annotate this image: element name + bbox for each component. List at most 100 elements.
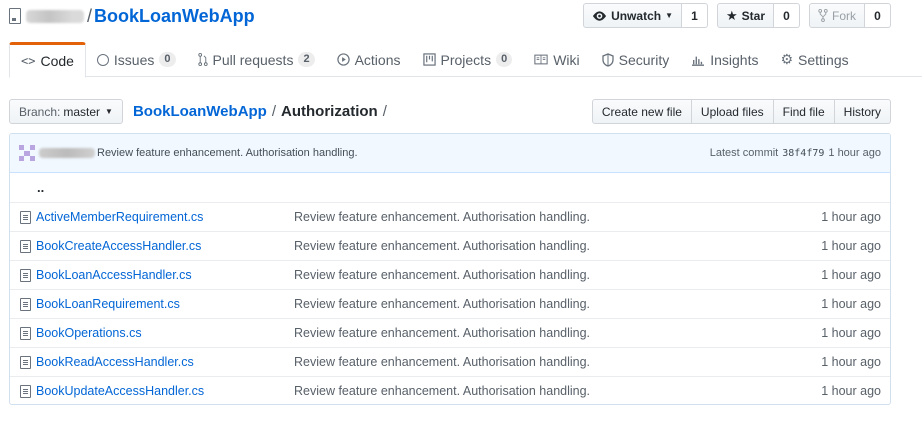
tab-settings[interactable]: ⚙ Settings — [769, 42, 859, 77]
tab-wiki-label: Wiki — [553, 51, 580, 68]
issue-icon — [96, 53, 109, 66]
tab-pull-requests-label: Pull requests — [212, 51, 294, 68]
branch-value: master — [63, 104, 101, 119]
table-row: BookCreateAccessHandler.cs Review featur… — [10, 231, 890, 260]
tab-wiki[interactable]: Wiki — [523, 42, 590, 77]
file-commit-message[interactable]: Review feature enhancement. Authorisatio… — [294, 268, 780, 282]
chevron-down-icon: ▼ — [105, 107, 113, 116]
star-group: ★ Star 0 — [717, 3, 800, 28]
tab-actions-label: Actions — [354, 51, 401, 68]
file-commit-age: 1 hour ago — [821, 355, 881, 369]
latest-commit-age: 1 hour ago — [828, 147, 881, 159]
repo-icon — [9, 8, 21, 24]
file-icon — [20, 355, 31, 369]
file-name-link[interactable]: ActiveMemberRequirement.cs — [36, 210, 294, 224]
file-commit-message[interactable]: Review feature enhancement. Authorisatio… — [294, 210, 780, 224]
unwatch-button[interactable]: Unwatch ▼ — [583, 3, 682, 28]
upload-files-button[interactable]: Upload files — [691, 99, 774, 124]
eye-icon — [593, 10, 607, 21]
file-icon — [20, 384, 31, 398]
breadcrumb-repo-link[interactable]: BookLoanWebApp — [133, 103, 267, 120]
breadcrumb-current-folder: Authorization — [281, 103, 378, 120]
file-commit-age: 1 hour ago — [821, 268, 881, 282]
table-row: BookUpdateAccessHandler.cs Review featur… — [10, 376, 890, 404]
chevron-down-icon: ▼ — [665, 11, 673, 20]
tab-issues[interactable]: Issues 0 — [86, 42, 187, 77]
branch-label: Branch: — [19, 104, 61, 119]
tab-projects[interactable]: Projects 0 — [412, 42, 524, 77]
latest-commit-message[interactable]: Review feature enhancement. Authorisatio… — [97, 147, 358, 159]
tab-actions[interactable]: Actions — [326, 42, 412, 77]
file-name-link[interactable]: BookReadAccessHandler.cs — [36, 355, 294, 369]
file-icon — [20, 268, 31, 282]
fork-icon — [818, 9, 828, 22]
avatar[interactable] — [19, 145, 35, 161]
unwatch-label: Unwatch — [611, 8, 662, 23]
tab-insights-label: Insights — [710, 51, 759, 68]
latest-commit-meta: Latest commit 38f4f79 1 hour ago — [710, 147, 881, 159]
file-name-link[interactable]: BookLoanRequirement.cs — [36, 297, 294, 311]
file-commit-age: 1 hour ago — [821, 326, 881, 340]
tab-settings-label: Settings — [798, 51, 849, 68]
tab-code[interactable]: <> Code — [9, 42, 86, 78]
create-new-file-button[interactable]: Create new file — [591, 99, 692, 124]
watch-count[interactable]: 1 — [682, 3, 708, 28]
find-file-button[interactable]: Find file — [773, 99, 835, 124]
file-commit-message[interactable]: Review feature enhancement. Authorisatio… — [294, 239, 780, 253]
file-commit-message[interactable]: Review feature enhancement. Authorisatio… — [294, 384, 780, 398]
file-listing: Review feature enhancement. Authorisatio… — [9, 133, 891, 405]
repo-nav-tabs: <> Code Issues 0 Pull requests 2 Actions… — [9, 42, 922, 78]
tab-pull-requests-count: 2 — [298, 52, 315, 67]
fork-button[interactable]: Fork — [809, 3, 865, 28]
repo-actions: Unwatch ▼ 1 ★ Star 0 Fork 0 — [583, 3, 891, 28]
tab-issues-label: Issues — [113, 51, 155, 68]
repo-path-separator: / — [87, 5, 93, 26]
latest-commit-bar: Review feature enhancement. Authorisatio… — [10, 134, 890, 173]
star-button[interactable]: ★ Star — [717, 3, 774, 28]
commit-author-redacted[interactable] — [39, 148, 95, 158]
table-row: BookLoanRequirement.cs Review feature en… — [10, 289, 890, 318]
branch-select-button[interactable]: Branch: master ▼ — [9, 99, 123, 124]
project-icon — [422, 53, 436, 66]
tab-projects-count: 0 — [496, 52, 513, 67]
star-icon: ★ — [726, 7, 738, 23]
file-commit-age: 1 hour ago — [821, 239, 881, 253]
file-icon — [20, 297, 31, 311]
file-commit-message[interactable]: Review feature enhancement. Authorisatio… — [294, 355, 780, 369]
breadcrumb: BookLoanWebApp / Authorization / — [133, 103, 387, 120]
tab-issues-count: 0 — [159, 52, 176, 67]
file-commit-age: 1 hour ago — [821, 297, 881, 311]
latest-commit-sha[interactable]: 38f4f79 — [782, 148, 824, 159]
parent-directory-row[interactable]: .. — [10, 173, 890, 202]
tab-security-label: Security — [618, 51, 670, 68]
star-count[interactable]: 0 — [774, 3, 800, 28]
history-button[interactable]: History — [834, 99, 891, 124]
file-commit-message[interactable]: Review feature enhancement. Authorisatio… — [294, 297, 780, 311]
file-name-link[interactable]: BookUpdateAccessHandler.cs — [36, 384, 294, 398]
table-row: BookOperations.cs Review feature enhance… — [10, 318, 890, 347]
parent-directory-link[interactable]: .. — [37, 180, 44, 195]
fork-count[interactable]: 0 — [865, 3, 891, 28]
file-commit-message[interactable]: Review feature enhancement. Authorisatio… — [294, 326, 780, 340]
table-row: BookLoanAccessHandler.cs Review feature … — [10, 260, 890, 289]
owner-name-redacted[interactable] — [26, 9, 84, 23]
table-row: BookReadAccessHandler.cs Review feature … — [10, 347, 890, 376]
shield-icon — [601, 52, 614, 67]
tab-pull-requests[interactable]: Pull requests 2 — [187, 42, 326, 77]
star-label: Star — [741, 8, 765, 23]
tab-security[interactable]: Security — [591, 42, 681, 77]
file-action-buttons: Create new file Upload files Find file H… — [591, 99, 891, 124]
fork-label: Fork — [832, 8, 856, 23]
file-name-link[interactable]: BookCreateAccessHandler.cs — [36, 239, 294, 253]
gear-icon: ⚙ — [780, 51, 794, 67]
breadcrumb-trailing-separator: / — [382, 103, 387, 120]
file-name-link[interactable]: BookLoanAccessHandler.cs — [36, 268, 294, 282]
tab-code-label: Code — [40, 53, 74, 69]
tab-insights[interactable]: Insights — [680, 42, 769, 77]
file-icon — [20, 239, 31, 253]
file-commit-age: 1 hour ago — [821, 210, 881, 224]
file-name-link[interactable]: BookOperations.cs — [36, 326, 294, 340]
repo-name-link[interactable]: BookLoanWebApp — [94, 6, 255, 27]
watch-group: Unwatch ▼ 1 — [583, 3, 708, 28]
file-navigation: Branch: master ▼ BookLoanWebApp / Author… — [9, 99, 891, 124]
